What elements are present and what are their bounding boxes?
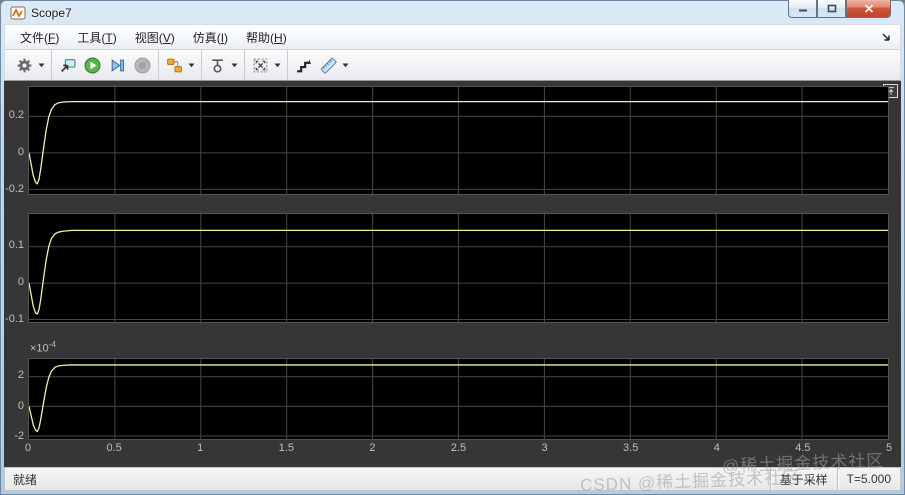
- stop-button[interactable]: [130, 53, 155, 77]
- step-forward-button[interactable]: [105, 53, 130, 77]
- scale-axes-icon: [252, 57, 269, 74]
- status-message: 就绪: [13, 472, 38, 487]
- x-tick-label: 0: [24, 442, 32, 454]
- plot-row-2: 0.1 0 -0.1: [5, 213, 889, 325]
- cursor-measurements-button[interactable]: [316, 53, 352, 77]
- simulink-snapshot-button[interactable]: [162, 53, 198, 77]
- y-tick-label: -2: [14, 429, 24, 442]
- highlight-block-icon: [59, 57, 76, 74]
- toolbar-group: [244, 50, 287, 80]
- y-axis-multiplier: ×10-4: [30, 340, 56, 355]
- menu-item-view[interactable]: 视图(V): [126, 25, 184, 50]
- y-tick-label: 0: [17, 276, 24, 289]
- dropdown-caret-icon[interactable]: [339, 61, 349, 69]
- close-button[interactable]: [846, 0, 891, 18]
- toolbar-group: [158, 50, 201, 80]
- y-tick-label: 0: [17, 399, 24, 412]
- title-bar[interactable]: Scope7: [4, 0, 901, 24]
- status-cell: T=5.000: [836, 468, 900, 490]
- y-tick-label: 0.2: [8, 108, 24, 121]
- minimize-button[interactable]: [788, 0, 817, 18]
- y-tick-label: -0.2: [5, 183, 24, 196]
- x-tick-label: 2.5: [450, 442, 467, 454]
- x-tick-label: 2: [369, 442, 376, 454]
- toolbar-group: [287, 50, 355, 80]
- plot-axes-3[interactable]: [28, 358, 889, 440]
- menu-item-help[interactable]: 帮助(H): [237, 25, 296, 50]
- x-tick-label: 5: [885, 442, 893, 454]
- x-tick-label: 0.5: [106, 442, 122, 454]
- y-tick-label: -0.1: [5, 313, 24, 326]
- menu-item-file[interactable]: 文件(F): [11, 25, 68, 50]
- x-tick-label: 1.5: [278, 442, 294, 454]
- window-controls: [788, 0, 891, 18]
- trigger-icon: [209, 57, 226, 74]
- y-tick-label: 2: [17, 369, 24, 382]
- settings-button[interactable]: [12, 53, 48, 77]
- stairs-button[interactable]: [291, 53, 316, 77]
- plot-row-3: 2 0 -2: [14, 358, 889, 442]
- status-bar: 就绪 基于采样 T=5.000: [4, 467, 901, 491]
- scope-window: Scope7 文件(F) 工具(T) 视图(V) 仿真(I) 帮助(H) 0.2 0 -0.…: [0, 0, 905, 495]
- highlight-block-button[interactable]: [55, 53, 80, 77]
- plot-region: 0.2 0 -0.2 0.1 0 -0.1 ×10-4 2 0 -2 0 0.5 1 1.5 2 2.5 3 3…: [4, 81, 901, 467]
- x-tick-label: 3.5: [623, 442, 639, 454]
- x-tick-label: 4.5: [795, 442, 811, 454]
- dropdown-caret-icon[interactable]: [228, 61, 238, 69]
- signal-blocks-icon: [166, 57, 183, 74]
- run-icon: [84, 57, 101, 74]
- menu-item-tools[interactable]: 工具(T): [68, 25, 125, 50]
- step-forward-icon: [109, 57, 126, 74]
- menu-bar: 文件(F) 工具(T) 视图(V) 仿真(I) 帮助(H): [4, 24, 901, 50]
- y-tick-label: 0.1: [8, 239, 24, 252]
- dropdown-caret-icon[interactable]: [35, 61, 45, 69]
- x-tick-label: 4: [713, 442, 720, 454]
- run-button[interactable]: [80, 53, 105, 77]
- trigger-button[interactable]: [205, 53, 241, 77]
- toolbar-group: [51, 50, 158, 80]
- menu-overflow-icon[interactable]: [880, 31, 892, 43]
- plot-axes-2[interactable]: [28, 213, 889, 323]
- x-axis-labels: 0 0.5 1 1.5 2 2.5 3 3.5 4 4.5 5: [24, 440, 893, 458]
- scope-app-icon: [10, 5, 26, 21]
- stop-icon: [134, 57, 151, 74]
- gear-icon: [16, 57, 33, 74]
- plot-axes-1[interactable]: [28, 86, 889, 195]
- y-tick-label: 0: [17, 146, 24, 159]
- window-title: Scope7: [31, 6, 72, 20]
- status-cell: 基于采样: [769, 468, 837, 490]
- toolbar-group: [201, 50, 244, 80]
- stairs-icon: [295, 57, 312, 74]
- restore-button[interactable]: [817, 0, 846, 18]
- plot-row-1: 0.2 0 -0.2: [5, 86, 889, 195]
- scale-axes-button[interactable]: [248, 53, 284, 77]
- toolbar-group: [9, 50, 51, 80]
- menu-item-simulation[interactable]: 仿真(I): [184, 25, 237, 50]
- x-tick-label: 1: [197, 442, 204, 454]
- dropdown-caret-icon[interactable]: [271, 61, 281, 69]
- dropdown-caret-icon[interactable]: [185, 61, 195, 69]
- toolbar: [4, 50, 901, 81]
- x-tick-label: 3: [541, 442, 548, 454]
- ruler-icon: [320, 57, 337, 74]
